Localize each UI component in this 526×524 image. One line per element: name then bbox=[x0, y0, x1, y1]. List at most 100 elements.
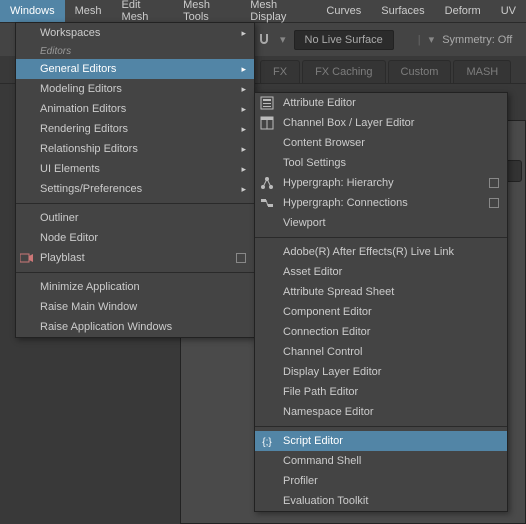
submenu-attribute-spread-sheet[interactable]: Attribute Spread Sheet bbox=[255, 282, 507, 302]
menubar-mesh-display[interactable]: Mesh Display bbox=[240, 0, 316, 22]
playblast-icon bbox=[20, 251, 34, 265]
menu-separator bbox=[16, 203, 254, 204]
channel-box-icon bbox=[259, 115, 275, 131]
menu-label: Namespace Editor bbox=[283, 406, 374, 418]
menubar-mesh-tools[interactable]: Mesh Tools bbox=[173, 0, 240, 22]
submenu-command-shell[interactable]: Command Shell bbox=[255, 451, 507, 471]
menubar-windows[interactable]: Windows bbox=[0, 0, 65, 22]
shelf-tab[interactable]: Custom bbox=[388, 60, 452, 83]
svg-text:{;}: {;} bbox=[262, 437, 272, 448]
menu-label: Hypergraph: Connections bbox=[283, 197, 408, 209]
windows-menu: Workspaces ▸ Editors General Editors ▸ M… bbox=[15, 22, 255, 338]
submenu-evaluation-toolkit[interactable]: Evaluation Toolkit bbox=[255, 491, 507, 511]
submenu-file-path-editor[interactable]: File Path Editor bbox=[255, 382, 507, 402]
menu-raise-application-windows[interactable]: Raise Application Windows bbox=[16, 317, 254, 337]
menu-section-editors: Editors bbox=[16, 43, 254, 59]
menu-label: Display Layer Editor bbox=[283, 366, 381, 378]
menu-label: Raise Main Window bbox=[40, 301, 137, 313]
chevron-down-icon[interactable]: ▾ bbox=[429, 33, 435, 46]
menubar-curves[interactable]: Curves bbox=[316, 0, 371, 22]
submenu-namespace-editor[interactable]: Namespace Editor bbox=[255, 402, 507, 422]
shelf-tab[interactable]: FX bbox=[260, 60, 300, 83]
menu-label: Asset Editor bbox=[283, 266, 342, 278]
menu-label: Script Editor bbox=[283, 435, 343, 447]
menu-label: Playblast bbox=[40, 252, 85, 264]
submenu-hypergraph-hierarchy[interactable]: Hypergraph: Hierarchy bbox=[255, 173, 507, 193]
menu-label: Component Editor bbox=[283, 306, 372, 318]
menubar-surfaces[interactable]: Surfaces bbox=[371, 0, 434, 22]
submenu-channel-control[interactable]: Channel Control bbox=[255, 342, 507, 362]
live-surface-field[interactable]: No Live Surface bbox=[294, 30, 394, 50]
hypergraph-icon bbox=[259, 175, 275, 191]
menubar-deform[interactable]: Deform bbox=[435, 0, 491, 22]
submenu-content-browser[interactable]: Content Browser bbox=[255, 133, 507, 153]
submenu-attribute-editor[interactable]: Attribute Editor bbox=[255, 93, 507, 113]
menu-ui-elements[interactable]: UI Elements ▸ bbox=[16, 159, 254, 179]
menubar: Windows Mesh Edit Mesh Mesh Tools Mesh D… bbox=[0, 0, 526, 22]
option-box-icon[interactable] bbox=[236, 253, 246, 263]
chevron-right-icon: ▸ bbox=[241, 164, 246, 175]
symmetry-field[interactable]: Symmetry: Off bbox=[442, 34, 512, 46]
menu-label: Relationship Editors bbox=[40, 143, 138, 155]
menu-label: Node Editor bbox=[40, 232, 98, 244]
submenu-component-editor[interactable]: Component Editor bbox=[255, 302, 507, 322]
menu-label: General Editors bbox=[40, 63, 116, 75]
menu-rendering-editors[interactable]: Rendering Editors ▸ bbox=[16, 119, 254, 139]
menu-separator bbox=[255, 237, 507, 238]
menu-label: Workspaces bbox=[40, 27, 100, 39]
menu-node-editor[interactable]: Node Editor bbox=[16, 228, 254, 248]
chevron-down-icon[interactable]: ▾ bbox=[280, 33, 286, 46]
shelf-tab[interactable]: FX Caching bbox=[302, 60, 385, 83]
submenu-asset-editor[interactable]: Asset Editor bbox=[255, 262, 507, 282]
submenu-tool-settings[interactable]: Tool Settings bbox=[255, 153, 507, 173]
menu-label: Minimize Application bbox=[40, 281, 140, 293]
menu-general-editors[interactable]: General Editors ▸ bbox=[16, 59, 254, 79]
chevron-right-icon: ▸ bbox=[241, 144, 246, 155]
option-box-icon[interactable] bbox=[489, 178, 499, 188]
submenu-ae-live-link[interactable]: Adobe(R) After Effects(R) Live Link bbox=[255, 242, 507, 262]
menubar-mesh[interactable]: Mesh bbox=[65, 0, 112, 22]
chevron-right-icon: ▸ bbox=[241, 124, 246, 135]
menu-label: Evaluation Toolkit bbox=[283, 495, 368, 507]
attribute-editor-icon bbox=[259, 95, 275, 111]
menu-raise-main-window[interactable]: Raise Main Window bbox=[16, 297, 254, 317]
menu-settings-preferences[interactable]: Settings/Preferences ▸ bbox=[16, 179, 254, 199]
general-editors-submenu: Attribute Editor Channel Box / Layer Edi… bbox=[254, 92, 508, 512]
menu-label: Settings/Preferences bbox=[40, 183, 142, 195]
menubar-edit-mesh[interactable]: Edit Mesh bbox=[112, 0, 174, 22]
chevron-right-icon: ▸ bbox=[241, 84, 246, 95]
menu-label: Rendering Editors bbox=[40, 123, 128, 135]
menu-label: Attribute Editor bbox=[283, 97, 356, 109]
chevron-right-icon: ▸ bbox=[241, 28, 246, 39]
menu-label: Hypergraph: Hierarchy bbox=[283, 177, 394, 189]
submenu-display-layer-editor[interactable]: Display Layer Editor bbox=[255, 362, 507, 382]
submenu-channel-box[interactable]: Channel Box / Layer Editor bbox=[255, 113, 507, 133]
menu-label: Channel Control bbox=[283, 346, 363, 358]
option-box-icon[interactable] bbox=[489, 198, 499, 208]
submenu-connection-editor[interactable]: Connection Editor bbox=[255, 322, 507, 342]
menu-minimize-application[interactable]: Minimize Application bbox=[16, 277, 254, 297]
menu-label: Channel Box / Layer Editor bbox=[283, 117, 414, 129]
menu-playblast[interactable]: Playblast bbox=[16, 248, 254, 268]
menu-label: Modeling Editors bbox=[40, 83, 122, 95]
submenu-profiler[interactable]: Profiler bbox=[255, 471, 507, 491]
menu-label: Content Browser bbox=[283, 137, 365, 149]
menu-label: Adobe(R) After Effects(R) Live Link bbox=[283, 246, 454, 258]
chevron-right-icon: ▸ bbox=[241, 104, 246, 115]
magnet-icon[interactable] bbox=[256, 32, 272, 48]
submenu-script-editor[interactable]: {;} Script Editor bbox=[255, 431, 507, 451]
submenu-hypergraph-connections[interactable]: Hypergraph: Connections bbox=[255, 193, 507, 213]
submenu-viewport[interactable]: Viewport bbox=[255, 213, 507, 233]
menu-label: Outliner bbox=[40, 212, 79, 224]
script-editor-icon: {;} bbox=[259, 433, 275, 449]
menu-label: UI Elements bbox=[40, 163, 100, 175]
shelf-tab[interactable]: MASH bbox=[453, 60, 511, 83]
menubar-uv[interactable]: UV bbox=[491, 0, 526, 22]
menu-modeling-editors[interactable]: Modeling Editors ▸ bbox=[16, 79, 254, 99]
menu-label: Tool Settings bbox=[283, 157, 346, 169]
menu-animation-editors[interactable]: Animation Editors ▸ bbox=[16, 99, 254, 119]
menu-outliner[interactable]: Outliner bbox=[16, 208, 254, 228]
menu-label: Profiler bbox=[283, 475, 318, 487]
menu-workspaces[interactable]: Workspaces ▸ bbox=[16, 23, 254, 43]
menu-relationship-editors[interactable]: Relationship Editors ▸ bbox=[16, 139, 254, 159]
